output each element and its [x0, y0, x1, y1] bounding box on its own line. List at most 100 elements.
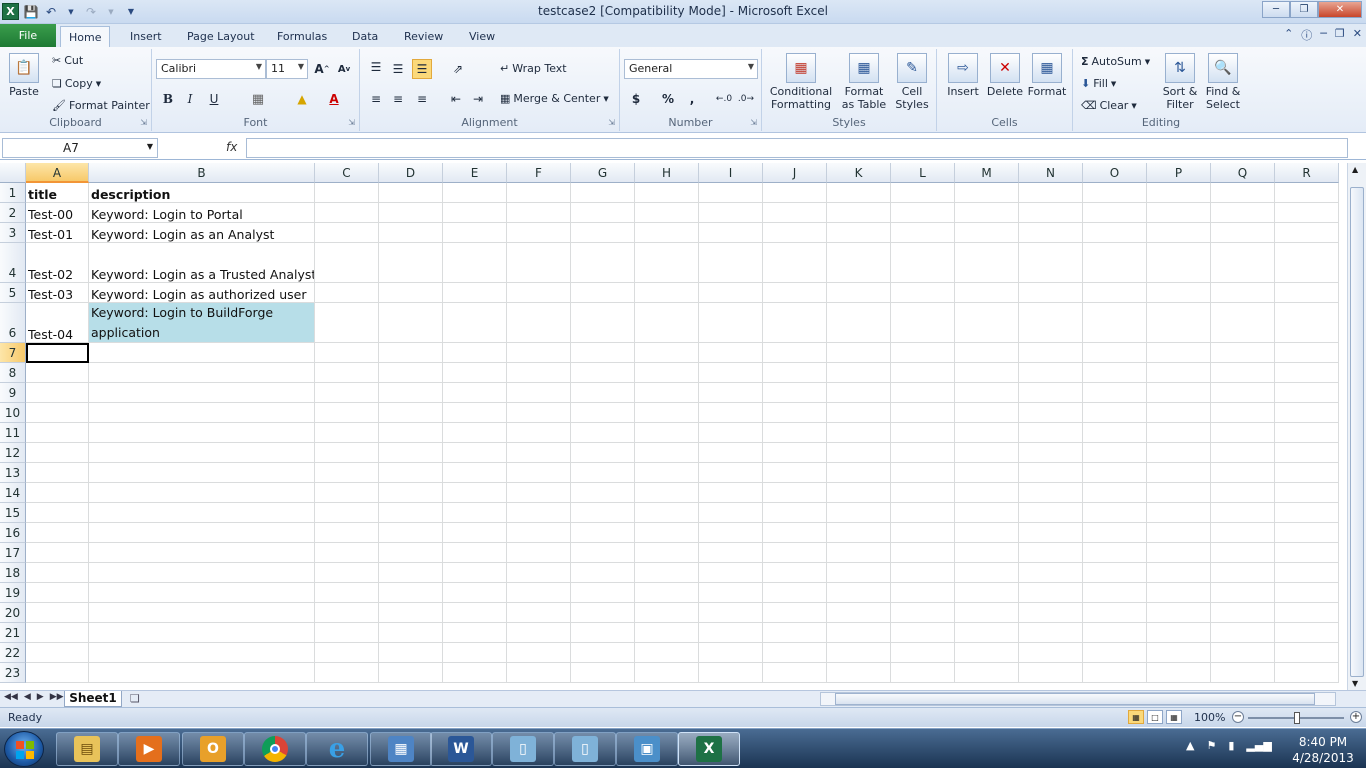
cell-o11[interactable]: [1083, 423, 1147, 443]
taskbar-outlook[interactable]: O: [182, 732, 244, 766]
italic-icon[interactable]: I: [180, 89, 200, 109]
cell-p23[interactable]: [1147, 663, 1211, 683]
cell-j1[interactable]: [763, 183, 827, 203]
decrease-indent-icon[interactable]: ⇤: [446, 89, 466, 109]
cell-h20[interactable]: [635, 603, 699, 623]
cell-i16[interactable]: [699, 523, 763, 543]
fill-button[interactable]: ⬇ Fill ▼: [1081, 77, 1116, 90]
cell-e16[interactable]: [443, 523, 507, 543]
cell-b7[interactable]: [89, 343, 315, 363]
cell-d1[interactable]: [379, 183, 443, 203]
cell-b13[interactable]: [89, 463, 315, 483]
action-center-flag-icon[interactable]: ⚑: [1206, 739, 1216, 752]
cell-b9[interactable]: [89, 383, 315, 403]
cell-c10[interactable]: [315, 403, 379, 423]
cell-k10[interactable]: [827, 403, 891, 423]
cell-h12[interactable]: [635, 443, 699, 463]
cell-o23[interactable]: [1083, 663, 1147, 683]
cell-d9[interactable]: [379, 383, 443, 403]
cell-q23[interactable]: [1211, 663, 1275, 683]
page-layout-view-icon[interactable]: □: [1147, 710, 1163, 724]
cell-d23[interactable]: [379, 663, 443, 683]
cell-i13[interactable]: [699, 463, 763, 483]
cell-k4[interactable]: [827, 243, 891, 283]
cell-d5[interactable]: [379, 283, 443, 303]
cell-f17[interactable]: [507, 543, 571, 563]
cell-n9[interactable]: [1019, 383, 1083, 403]
taskbar-internet-explorer[interactable]: e: [306, 732, 368, 766]
cell-p17[interactable]: [1147, 543, 1211, 563]
cell-i20[interactable]: [699, 603, 763, 623]
cell-l16[interactable]: [891, 523, 955, 543]
copy-button[interactable]: ❏ Copy ▼: [52, 77, 101, 90]
cell-p20[interactable]: [1147, 603, 1211, 623]
cell-g12[interactable]: [571, 443, 635, 463]
cell-f19[interactable]: [507, 583, 571, 603]
autosum-button[interactable]: Σ AutoSum ▼: [1081, 55, 1150, 68]
cell-p4[interactable]: [1147, 243, 1211, 283]
minimize-ribbon-icon[interactable]: ⌃: [1284, 27, 1293, 43]
cell-d3[interactable]: [379, 223, 443, 243]
cell-g8[interactable]: [571, 363, 635, 383]
next-sheet-icon[interactable]: ▶: [37, 692, 44, 702]
column-header-r[interactable]: R: [1275, 163, 1339, 183]
cell-f10[interactable]: [507, 403, 571, 423]
help-icon[interactable]: ⓘ: [1301, 27, 1312, 43]
cell-i6[interactable]: [699, 303, 763, 343]
cell-p7[interactable]: [1147, 343, 1211, 363]
cell-a17[interactable]: [26, 543, 89, 563]
cell-b1[interactable]: description: [89, 183, 315, 203]
cell-i17[interactable]: [699, 543, 763, 563]
cell-m14[interactable]: [955, 483, 1019, 503]
cell-a7[interactable]: [26, 343, 89, 363]
horizontal-scroll-thumb[interactable]: [835, 693, 1315, 705]
column-header-m[interactable]: M: [955, 163, 1019, 183]
cell-n1[interactable]: [1019, 183, 1083, 203]
restore-button[interactable]: ❐: [1290, 1, 1318, 18]
cell-b19[interactable]: [89, 583, 315, 603]
cell-h23[interactable]: [635, 663, 699, 683]
cell-o3[interactable]: [1083, 223, 1147, 243]
cell-h15[interactable]: [635, 503, 699, 523]
row-header-18[interactable]: 18: [0, 563, 26, 583]
vertical-scrollbar[interactable]: ▲ ▼: [1347, 163, 1366, 690]
cell-q14[interactable]: [1211, 483, 1275, 503]
cell-p12[interactable]: [1147, 443, 1211, 463]
cell-m19[interactable]: [955, 583, 1019, 603]
cell-i2[interactable]: [699, 203, 763, 223]
cell-g22[interactable]: [571, 643, 635, 663]
cell-a16[interactable]: [26, 523, 89, 543]
cell-q22[interactable]: [1211, 643, 1275, 663]
cell-j13[interactable]: [763, 463, 827, 483]
taskbar-explorer[interactable]: ▤: [56, 732, 118, 766]
dialog-launcher-icon[interactable]: ⇲: [348, 118, 355, 127]
cell-c2[interactable]: [315, 203, 379, 223]
cell-d2[interactable]: [379, 203, 443, 223]
paste-button[interactable]: 📋 Paste: [6, 53, 42, 98]
zoom-in-icon[interactable]: +: [1350, 711, 1362, 723]
cell-q9[interactable]: [1211, 383, 1275, 403]
cell-p11[interactable]: [1147, 423, 1211, 443]
cell-b4[interactable]: Keyword: Login as a Trusted Analyst: [89, 243, 315, 283]
cell-h2[interactable]: [635, 203, 699, 223]
shrink-font-icon[interactable]: Av: [334, 59, 354, 79]
cell-m4[interactable]: [955, 243, 1019, 283]
cell-h21[interactable]: [635, 623, 699, 643]
cell-d18[interactable]: [379, 563, 443, 583]
cell-i8[interactable]: [699, 363, 763, 383]
cell-a20[interactable]: [26, 603, 89, 623]
cell-n5[interactable]: [1019, 283, 1083, 303]
conditional-formatting-button[interactable]: ▦ Conditional Formatting: [768, 53, 834, 111]
cell-r9[interactable]: [1275, 383, 1339, 403]
cell-h5[interactable]: [635, 283, 699, 303]
cell-a9[interactable]: [26, 383, 89, 403]
cell-m3[interactable]: [955, 223, 1019, 243]
cell-f18[interactable]: [507, 563, 571, 583]
doc-minimize-icon[interactable]: ─: [1320, 27, 1327, 43]
cell-o22[interactable]: [1083, 643, 1147, 663]
cell-e7[interactable]: [443, 343, 507, 363]
column-header-e[interactable]: E: [443, 163, 507, 183]
cell-l11[interactable]: [891, 423, 955, 443]
cell-h3[interactable]: [635, 223, 699, 243]
cell-k9[interactable]: [827, 383, 891, 403]
